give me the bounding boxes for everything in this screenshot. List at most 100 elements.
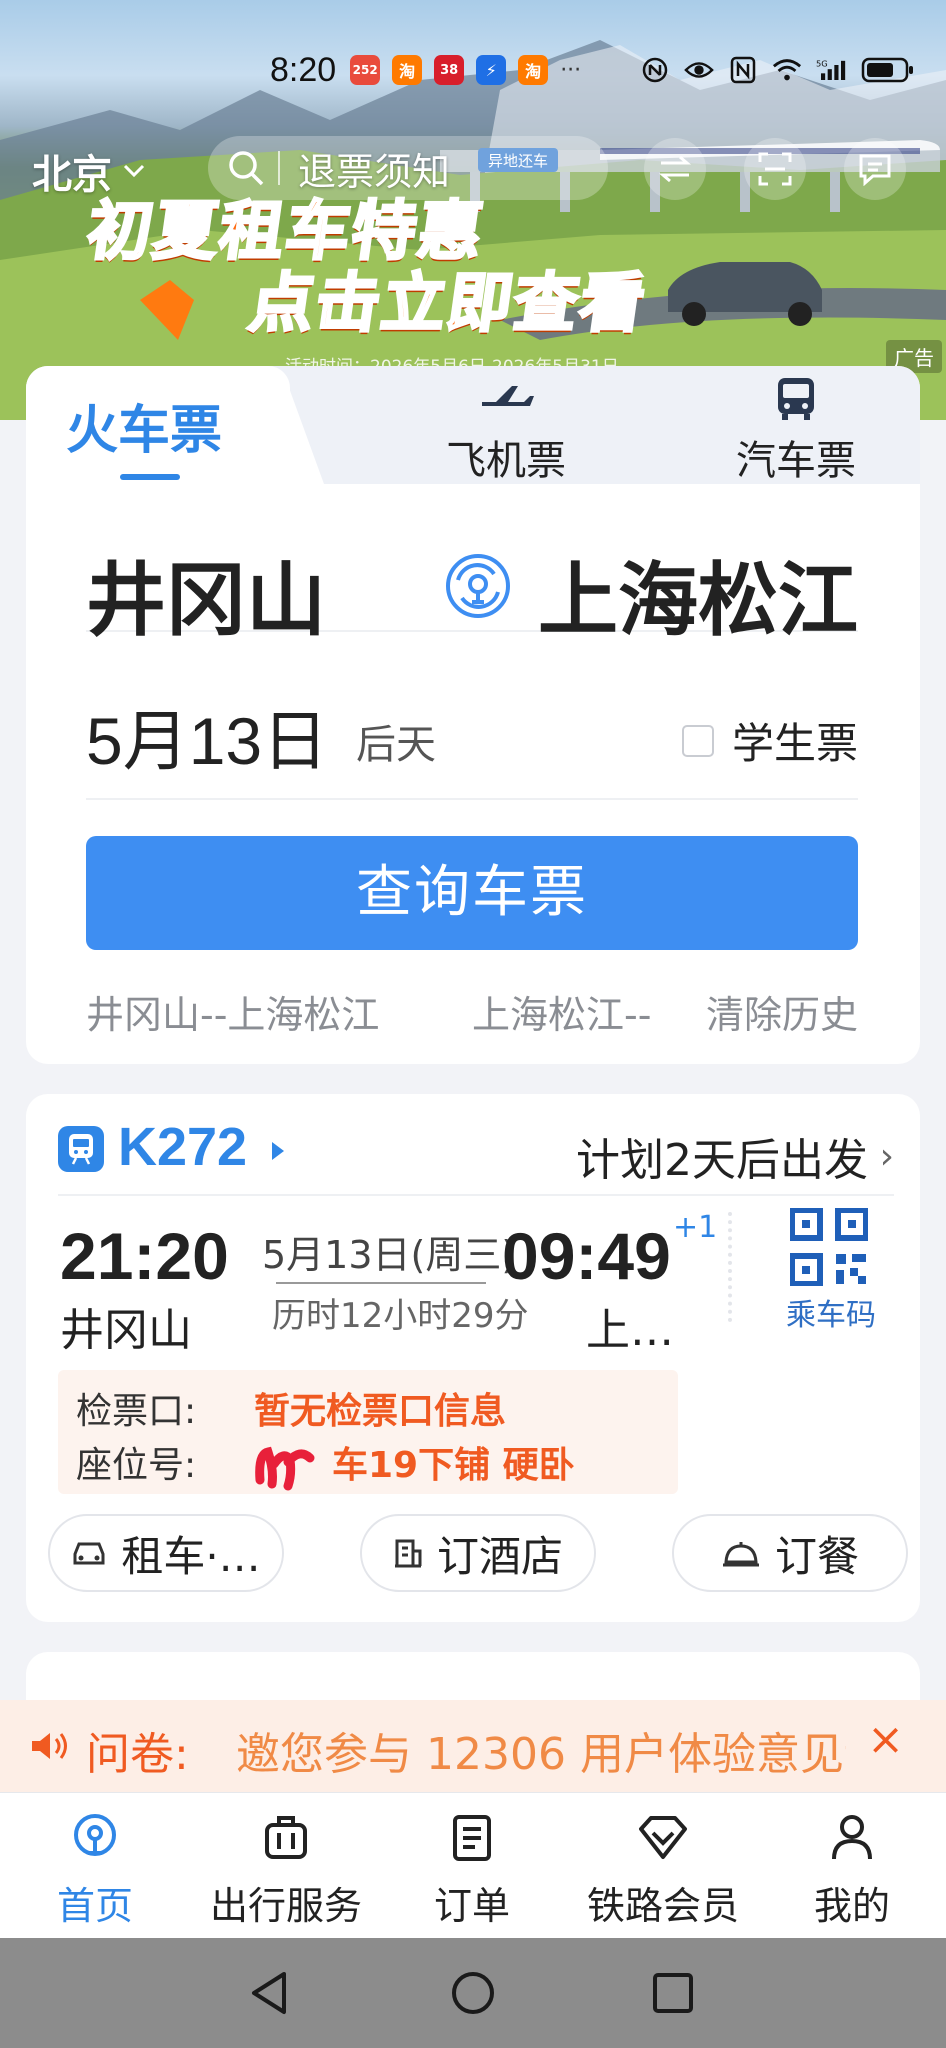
hotel-button[interactable]: 订酒店 <box>360 1514 596 1592</box>
app-icon-4: ⚡ <box>476 55 507 85</box>
luggage-icon <box>198 1813 374 1869</box>
departure-station[interactable]: 井冈山 <box>86 536 326 652</box>
nav-railway-member[interactable]: 铁路会员 <box>578 1813 748 1930</box>
taobao-icon-2: 淘 <box>518 55 549 85</box>
airplane-icon <box>406 376 606 428</box>
qr-code-icon[interactable] <box>790 1208 868 1286</box>
ticket-info-box: 检票口: 暂无检票口信息 座位号: 车19下铺 硬卧 <box>58 1370 678 1494</box>
tab-bus[interactable]: 汽车票 <box>696 376 896 486</box>
ticket-type-tabs: 火车票 飞机票 汽车票 <box>26 366 920 484</box>
message-button[interactable] <box>844 138 906 200</box>
student-checkbox[interactable] <box>681 724 714 757</box>
chevron-down-icon <box>123 164 145 178</box>
ad-headline-2: 点击立即查看 <box>243 266 652 343</box>
scan-icon <box>758 152 792 186</box>
survey-text[interactable]: 邀您参与 12306 用户体验意见调查 <box>236 1718 846 1782</box>
nav-orders[interactable]: 订单 <box>424 1813 520 1930</box>
clear-history-button[interactable]: 清除历史 <box>706 984 858 1039</box>
home-circle-icon[interactable] <box>450 1968 496 2018</box>
train-number[interactable]: K272 <box>118 1116 247 1178</box>
top-navigation: 北京 退票须知 <box>0 136 946 202</box>
bus-icon <box>696 376 896 428</box>
nav-home[interactable]: 首页 <box>40 1813 150 1930</box>
meal-icon <box>722 1542 759 1567</box>
transfer-icon <box>658 155 692 183</box>
app-icon-1: 252 <box>350 55 381 85</box>
meal-label: 订餐 <box>774 1531 859 1581</box>
car-icon <box>73 1542 105 1565</box>
order-icon <box>424 1813 520 1869</box>
tab-train-label[interactable]: 火车票 <box>66 388 222 463</box>
travel-date[interactable]: 5月13日 <box>86 688 328 784</box>
tab-flight[interactable]: 飞机票 <box>406 376 606 486</box>
upcoming-trip-card[interactable]: K272 计划2天后出发 › 21:20 井冈山 5月13日(周三) 历时12小… <box>26 1094 920 1622</box>
search-history: 井冈山--上海松江 上海松江-- 清除历史 <box>86 984 858 1044</box>
nav-travel-services[interactable]: 出行服务 <box>198 1813 374 1930</box>
departure-time: 21:20 <box>60 1219 229 1293</box>
student-label: 学生票 <box>731 719 858 768</box>
nav-railway-member-label: 铁路会员 <box>586 1884 739 1928</box>
nav-orders-label: 订单 <box>433 1884 510 1928</box>
student-ticket-option[interactable]: 学生票 <box>681 710 858 771</box>
wifi-icon <box>772 55 802 85</box>
duration-line <box>276 1282 486 1284</box>
boarding-code-label[interactable]: 乘车码 <box>786 1290 876 1334</box>
message-icon <box>859 154 891 186</box>
ticket-booking-card: 火车票 飞机票 汽车票 井冈山 上海松江 5月13日 后天 学生票 查询车票 井… <box>26 366 920 1064</box>
redaction-scribble <box>255 1446 315 1491</box>
survey-banner[interactable]: 问卷: 邀您参与 12306 用户体验意见调查 × <box>0 1700 946 1792</box>
history-item[interactable]: 上海松江-- <box>472 984 651 1039</box>
nav-profile[interactable]: 我的 <box>800 1813 904 1930</box>
route-selector: 井冈山 上海松江 <box>86 536 858 647</box>
trip-arrival-station: 上… <box>586 1305 674 1356</box>
eye-icon <box>684 55 714 85</box>
arrival-time: 09:49 <box>502 1219 671 1293</box>
tab-flight-label: 飞机票 <box>446 438 566 484</box>
recents-icon[interactable] <box>650 1968 696 2018</box>
seat-label: 座位号: <box>76 1445 197 1486</box>
close-icon[interactable]: × <box>867 1714 904 1765</box>
car-rental-button[interactable]: 租车·… <box>48 1514 284 1592</box>
ad-headline-1: 初夏租车特惠 <box>81 194 490 271</box>
status-time: 8:20 <box>270 50 337 89</box>
search-placeholder: 退票须知 <box>298 149 451 194</box>
swap-button[interactable] <box>644 138 706 200</box>
back-icon[interactable] <box>246 1968 292 2018</box>
city-name: 北京 <box>32 152 112 198</box>
trip-header[interactable]: K272 计划2天后出发 › <box>58 1112 894 1196</box>
tab-bus-label: 汽车票 <box>736 438 856 484</box>
meal-button[interactable]: 订餐 <box>672 1514 908 1592</box>
system-navigation-bar <box>0 1938 946 2048</box>
next-day-marker: +1 <box>673 1210 718 1245</box>
battery-icon <box>860 55 916 85</box>
diamond-icon <box>578 1813 748 1869</box>
scan-button[interactable] <box>744 138 806 200</box>
user-icon <box>800 1813 904 1869</box>
bottom-navigation: 首页 出行服务 订单 铁路会员 我的 <box>0 1792 946 1938</box>
trip-duration: 历时12小时29分 <box>272 1296 529 1336</box>
gate-label: 检票口: <box>76 1391 197 1432</box>
arrival-station[interactable]: 上海松江 <box>538 536 858 652</box>
search-bar[interactable]: 退票须知 <box>208 136 608 200</box>
nav-travel-services-label: 出行服务 <box>209 1884 362 1928</box>
search-icon <box>229 151 264 186</box>
hotel-icon <box>394 1539 422 1568</box>
city-selector[interactable]: 北京 <box>32 142 146 200</box>
date-selector[interactable]: 5月13日 后天 学生票 <box>86 680 858 800</box>
departure-countdown: 计划2天后出发 <box>576 1135 868 1186</box>
car-rental-label: 租车·… <box>121 1531 261 1581</box>
seat-value: 车19下铺 硬卧 <box>332 1445 575 1486</box>
divider <box>728 1212 732 1322</box>
signal-icon: 5G <box>816 55 846 85</box>
nav-profile-label: 我的 <box>813 1884 890 1928</box>
speaker-icon <box>32 1733 67 1759</box>
search-tickets-button[interactable]: 查询车票 <box>86 836 858 950</box>
swap-stations-icon[interactable] <box>442 550 514 622</box>
trip-date: 5月13日(周三) <box>262 1233 517 1277</box>
gate-value: 暂无检票口信息 <box>254 1391 507 1432</box>
trip-actions: 租车·… 订酒店 订餐 <box>48 1514 908 1594</box>
history-item[interactable]: 井冈山--上海松江 <box>86 984 379 1039</box>
more-notifications: ··· <box>560 57 582 83</box>
date-hint: 后天 <box>356 722 436 768</box>
ad-banner[interactable]: 异地还车 8:20 252 淘 38 ⚡ 淘 ··· 5G 北京 退票须知 初夏… <box>0 0 946 420</box>
